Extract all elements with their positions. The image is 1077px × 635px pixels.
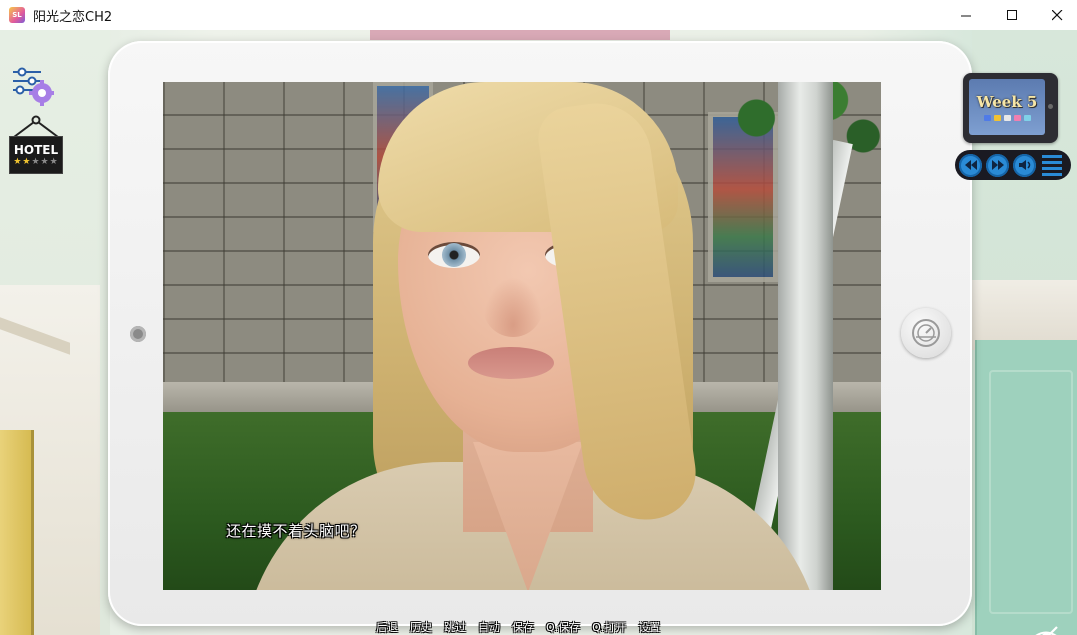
volume-button[interactable]	[1013, 153, 1036, 177]
settings-button[interactable]	[10, 64, 54, 106]
star-icon: ★★	[13, 156, 32, 167]
app-icon	[1023, 115, 1031, 121]
window-titlebar: SL 阳光之恋CH2	[0, 0, 1077, 30]
star-icon: ★★★	[31, 156, 59, 167]
tablet-frame: 还在摸不着头脑吧？	[108, 41, 972, 626]
hotel-button[interactable]: HOTEL ★★★★★	[8, 114, 64, 176]
character-mouth	[468, 347, 554, 379]
phone-apps	[983, 115, 1031, 121]
character-eye-left	[428, 242, 480, 268]
menu-button[interactable]	[1040, 154, 1064, 177]
game-scene[interactable]: 还在摸不着头脑吧？ HOTEL ★★★★★ Week 5	[0, 30, 1077, 635]
dialogue-text: 还在摸不着头脑吧？	[226, 522, 366, 540]
quick-menu-history[interactable]: 历史	[404, 621, 438, 635]
week-label: Week 5	[976, 93, 1038, 111]
hanger-icon	[13, 115, 59, 138]
stove	[0, 430, 34, 635]
hotel-stars: ★★★★★	[13, 157, 58, 167]
menu-icon	[1042, 154, 1062, 158]
maximize-button[interactable]	[989, 0, 1035, 30]
app-icon	[983, 115, 991, 121]
tablet-screen: 还在摸不着头脑吧？	[163, 82, 881, 590]
close-icon	[1051, 9, 1062, 20]
birch-trunk	[778, 82, 833, 590]
minimize-icon	[960, 15, 971, 16]
quick-menu-quick-save[interactable]: Q.保存	[540, 621, 586, 635]
rewind-button[interactable]	[959, 153, 982, 177]
character-nose	[483, 277, 543, 337]
app-icon	[993, 115, 1001, 121]
hide-ui-button[interactable]	[1030, 622, 1062, 635]
minimize-button[interactable]	[943, 0, 989, 30]
app-icon: SL	[9, 7, 25, 23]
eye-off-icon	[1035, 626, 1058, 635]
curtain	[370, 30, 670, 40]
app-icon	[1003, 115, 1011, 121]
app-icon	[1013, 115, 1021, 121]
quick-menu: 后退 历史 跳过 自动 保存 Q.保存 Q.打开 设置	[370, 621, 666, 635]
phone-button[interactable]: Week 5	[963, 73, 1058, 143]
fast-forward-button[interactable]	[986, 153, 1009, 177]
close-button[interactable]	[1034, 0, 1077, 30]
fast-forward-icon	[991, 160, 1004, 170]
phone-screen: Week 5	[969, 79, 1045, 135]
rewind-icon	[964, 160, 977, 170]
volume-icon	[1018, 160, 1030, 170]
phone-home-dot	[1048, 104, 1053, 109]
window-title: 阳光之恋CH2	[33, 9, 113, 25]
quick-menu-back[interactable]: 后退	[370, 621, 404, 635]
hotel-sign-board: HOTEL ★★★★★	[9, 136, 63, 174]
kitchen-cabinet-right	[975, 340, 1077, 635]
tablet-camera	[130, 326, 146, 342]
quick-menu-quick-load[interactable]: Q.打开	[586, 621, 632, 635]
maximize-icon	[1006, 9, 1017, 20]
quick-menu-skip[interactable]: 跳过	[438, 621, 472, 635]
gauge-icon	[912, 319, 940, 347]
media-controls	[955, 150, 1071, 180]
hotel-label: HOTEL	[13, 142, 59, 157]
quick-menu-auto[interactable]: 自动	[472, 621, 506, 635]
tablet-home-button[interactable]	[901, 308, 951, 358]
quick-menu-preferences[interactable]: 设置	[632, 621, 666, 635]
sliders-gear-icon	[13, 67, 54, 106]
quick-menu-save[interactable]: 保存	[506, 621, 540, 635]
